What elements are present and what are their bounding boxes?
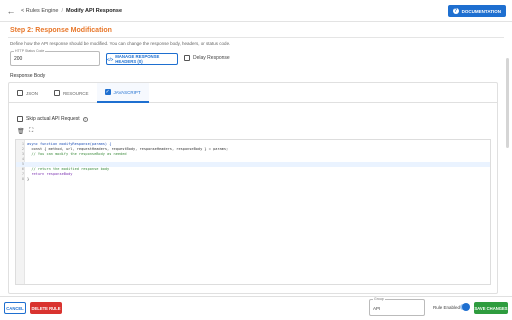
- manage-response-headers-button[interactable]: </> MANAGE RESPONSE HEADERS (0): [106, 53, 178, 65]
- trash-icon[interactable]: 🗑: [17, 128, 25, 135]
- tab-label: JSON: [26, 90, 39, 96]
- breadcrumb-separator: /: [61, 7, 63, 14]
- group-label: Group: [373, 297, 385, 301]
- group-value: API: [373, 306, 381, 311]
- check-icon: ✓: [104, 89, 111, 95]
- code-editor[interactable]: 1 async function modifyResponse(params) {…: [15, 139, 491, 285]
- top-bar: ← < Rules Engine / Modify API Response ?…: [0, 0, 512, 22]
- code-text: }: [27, 177, 30, 181]
- delay-response-checkbox[interactable]: Delay Response: [184, 55, 230, 61]
- rule-enabled-toggle[interactable]: [460, 303, 470, 311]
- step-title: Step 2: Response Modification: [10, 27, 112, 34]
- step-description: Define how the API response should be mo…: [10, 41, 231, 46]
- footer-bar: CANCEL DELETE RULE Group API Rule Enable…: [0, 296, 512, 320]
- documentation-label: DOCUMENTATION: [461, 8, 501, 14]
- cancel-button[interactable]: CANCEL: [4, 302, 26, 314]
- toggle-knob: [462, 303, 470, 311]
- arrow-left-icon[interactable]: ←: [4, 6, 18, 16]
- breadcrumb-root[interactable]: < Rules Engine: [21, 8, 58, 14]
- tab-javascript[interactable]: ✓ JAVASCRIPT: [96, 83, 149, 103]
- tab-label: RESOURCE: [63, 90, 89, 96]
- help-circle-icon: ?: [452, 8, 459, 14]
- section-divider: [8, 37, 504, 38]
- code-brackets-icon: </>: [107, 56, 114, 62]
- documentation-button[interactable]: ? DOCUMENTATION: [447, 5, 506, 17]
- status-code-label: HTTP Status Code: [14, 49, 46, 53]
- checkbox-icon[interactable]: [184, 55, 190, 61]
- checkbox-icon[interactable]: [17, 116, 23, 122]
- radio-icon: [54, 90, 61, 96]
- response-body-panel: JSON RESOURCE ✓ JAVASCRIPT Skip actual A…: [8, 82, 498, 294]
- page-scrollbar[interactable]: [506, 58, 509, 148]
- save-changes-button[interactable]: SAVE CHANGES: [474, 302, 508, 314]
- breadcrumb: < Rules Engine / Modify API Response: [21, 8, 122, 14]
- group-select[interactable]: Group API: [369, 297, 425, 316]
- rule-enabled-label: Rule Enabled: [433, 305, 461, 310]
- skip-label: Skip actual API Request: [26, 116, 80, 122]
- status-code-value[interactable]: 200: [14, 56, 22, 62]
- tab-json[interactable]: JSON: [9, 83, 46, 103]
- skip-api-request-checkbox[interactable]: Skip actual API Request ?: [17, 116, 88, 122]
- manage-headers-label: MANAGE RESPONSE HEADERS (0): [115, 54, 160, 64]
- help-icon[interactable]: ?: [82, 116, 88, 122]
- status-code-field[interactable]: HTTP Status Code 200: [10, 49, 100, 66]
- response-body-tabs: JSON RESOURCE ✓ JAVASCRIPT: [9, 83, 497, 103]
- tab-resource[interactable]: RESOURCE: [46, 83, 97, 103]
- delay-label: Delay Response: [193, 55, 230, 61]
- breadcrumb-current: Modify API Response: [66, 7, 123, 14]
- tab-label: JAVASCRIPT: [113, 89, 141, 95]
- editor-line: 8}: [21, 177, 30, 181]
- radio-icon: [17, 90, 23, 96]
- response-body-title: Response Body: [10, 73, 46, 79]
- delete-rule-button[interactable]: DELETE RULE: [30, 302, 62, 314]
- fullscreen-icon[interactable]: ⛶: [29, 128, 33, 135]
